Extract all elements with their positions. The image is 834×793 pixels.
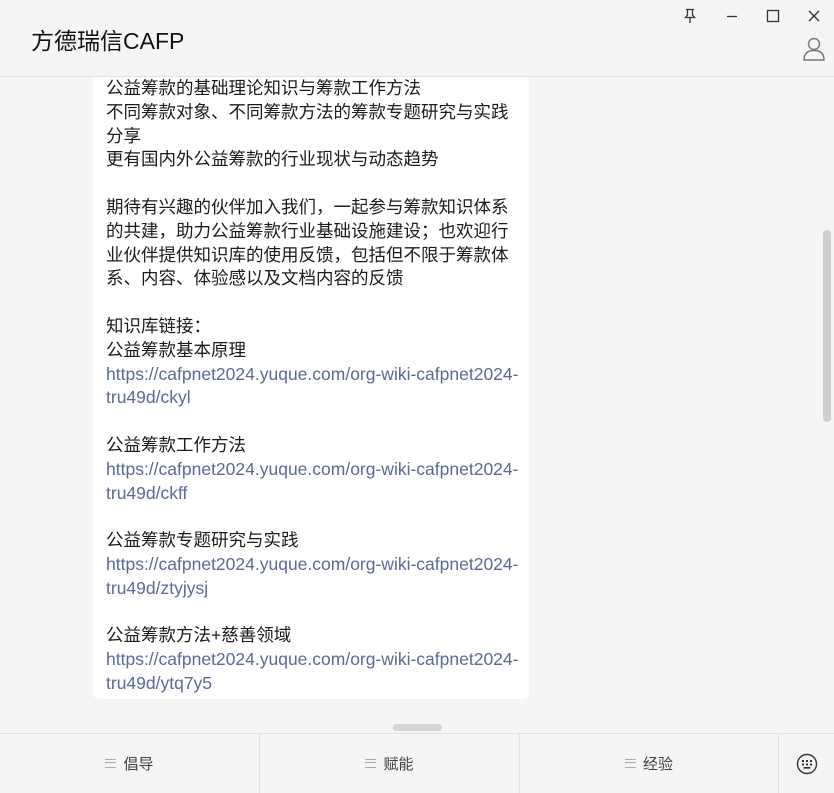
- account-title: 方德瑞信CAFP: [31, 28, 185, 54]
- menu-tab-empower[interactable]: 赋能: [260, 734, 520, 793]
- keyboard-icon[interactable]: [779, 734, 834, 793]
- link-label: 公益筹款工作方法: [106, 434, 246, 455]
- knowledge-link[interactable]: https://cafpnet2024.yuque.com/org-wiki-c…: [106, 553, 521, 601]
- chat-content[interactable]: 公益筹款的基础理论知识与筹款工作方法 不同筹款对象、不同筹款方法的筹款专题研究与…: [0, 77, 834, 733]
- close-icon[interactable]: [802, 4, 826, 28]
- menu-bar: 倡导 赋能 经验: [0, 733, 834, 793]
- window-header: 方德瑞信CAFP: [0, 0, 834, 77]
- pin-icon[interactable]: [678, 4, 702, 28]
- message-line: 更有国内外公益筹款的行业现状与动态趋势: [106, 149, 439, 170]
- menu-tab-label: 经验: [642, 756, 673, 773]
- menu-tab-label: 赋能: [383, 756, 414, 773]
- profile-icon[interactable]: [802, 36, 826, 62]
- menu-list-icon: [365, 759, 377, 768]
- menu-tab-advocacy[interactable]: 倡导: [0, 734, 260, 793]
- knowledge-link[interactable]: https://cafpnet2024.yuque.com/org-wiki-c…: [106, 363, 521, 411]
- message-line: 期待有兴趣的伙伴加入我们，一起参与筹款知识体系的共建，助力公益筹款行业基础设施建…: [106, 196, 509, 289]
- link-label: 公益筹款方法+慈善领域: [106, 625, 292, 646]
- message-line: 不同筹款对象、不同筹款方法的筹款专题研究与实践分享: [106, 101, 509, 146]
- menu-list-icon: [624, 759, 636, 768]
- link-label: 公益筹款专题研究与实践: [106, 530, 299, 551]
- panel-drag-handle[interactable]: [393, 724, 442, 731]
- menu-tab-experience[interactable]: 经验: [520, 734, 779, 793]
- knowledge-link[interactable]: https://cafpnet2024.yuque.com/org-wiki-c…: [106, 648, 521, 696]
- link-label: 公益筹款基本原理: [106, 339, 246, 360]
- knowledge-link[interactable]: https://cafpnet2024.yuque.com/org-wiki-c…: [106, 458, 521, 506]
- message-text: 公益筹款的基础理论知识与筹款工作方法 不同筹款对象、不同筹款方法的筹款专题研究与…: [106, 77, 521, 696]
- menu-tab-label: 倡导: [123, 756, 154, 773]
- minimize-icon[interactable]: [720, 4, 744, 28]
- menu-list-icon: [105, 759, 117, 768]
- maximize-icon[interactable]: [761, 4, 785, 28]
- message-line: 知识库链接：: [106, 315, 211, 336]
- message-line: 公益筹款的基础理论知识与筹款工作方法: [106, 78, 421, 98]
- scrollbar[interactable]: [823, 230, 831, 422]
